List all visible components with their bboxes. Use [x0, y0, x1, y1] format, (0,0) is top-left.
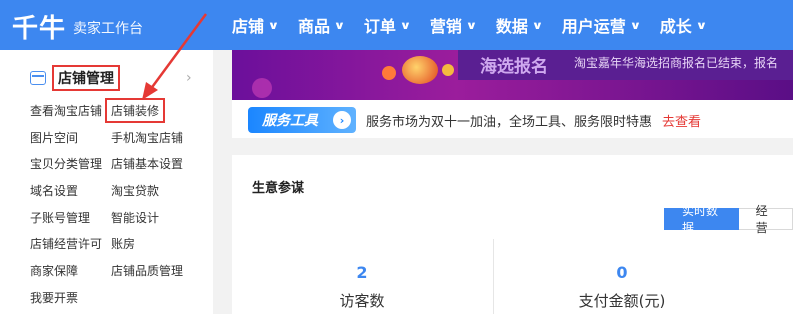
nav-label: 成长 [659, 17, 692, 36]
sidebar-link-business-license[interactable]: 店铺经营许可 [30, 235, 111, 252]
stat-visitors[interactable]: 2 访客数 [302, 263, 422, 311]
chevron-down-icon: ∨ [629, 18, 642, 32]
nav-item-goods[interactable]: 商品 ∨ [288, 0, 354, 50]
sidebar-link-store-decoration[interactable]: 店铺装修 [105, 97, 166, 123]
nav-item-data[interactable]: 数据 ∨ [486, 0, 552, 50]
sidebar-link-invoice[interactable]: 我要开票 [30, 289, 111, 306]
page: 千牛 卖家工作台 店铺 ∨ 商品 ∨ 订单 ∨ 营销 ∨ 数据 ∨ 用户运营 ∨ 成长 ∨ 店… [0, 0, 793, 314]
service-tools-badge[interactable]: 服务工具 › [248, 107, 356, 133]
banner-title: 海选报名 [480, 57, 548, 77]
decoration-coin [382, 66, 396, 80]
store-icon [30, 71, 46, 85]
sidebar-row: 宝贝分类管理 店铺基本设置 [30, 150, 183, 177]
decoration-coin [442, 64, 454, 76]
main-nav: 店铺 ∨ 商品 ∨ 订单 ∨ 营销 ∨ 数据 ∨ 用户运营 ∨ 成长 ∨ [222, 0, 716, 50]
nav-item-growth[interactable]: 成长 ∨ [650, 0, 716, 50]
data-tabs: 实时数据 经营 [664, 204, 793, 235]
sidebar-row: 我要开票 [30, 284, 183, 311]
sidebar-link-category-management[interactable]: 宝贝分类管理 [30, 155, 111, 172]
app-subtitle: 卖家工作台 [73, 21, 143, 37]
sidebar-link-accounts-room[interactable]: 账房 [111, 235, 135, 252]
chevron-down-icon: ∨ [399, 18, 412, 32]
nav-label: 商品 [297, 17, 330, 36]
top-nav-bar: 千牛 卖家工作台 店铺 ∨ 商品 ∨ 订单 ∨ 营销 ∨ 数据 ∨ 用户运营 ∨ 成长 ∨ [0, 0, 793, 50]
sidebar-row: 商家保障 店铺品质管理 [30, 257, 183, 284]
sidebar-link-taobao-loan[interactable]: 淘宝贷款 [111, 182, 159, 199]
decoration-bubble [252, 78, 272, 98]
nav-item-store[interactable]: 店铺 ∨ [222, 0, 288, 50]
app-logo[interactable]: 千牛 [12, 8, 66, 45]
stat-payment-amount[interactable]: 0 支付金额(元) [562, 263, 682, 311]
nav-item-orders[interactable]: 订单 ∨ [354, 0, 420, 50]
stat-value: 0 [616, 263, 628, 282]
sidebar-link-smart-design[interactable]: 智能设计 [111, 209, 159, 226]
divider [493, 239, 494, 314]
nav-item-marketing[interactable]: 营销 ∨ [420, 0, 486, 50]
sidebar-row: 店铺经营许可 账房 [30, 230, 183, 257]
stat-label: 访客数 [339, 292, 385, 310]
chevron-down-icon: ∨ [465, 18, 478, 32]
sidebar-row: 查看淘宝店铺 店铺装修 [30, 97, 183, 124]
card-title: 生意参谋 [252, 181, 305, 196]
tab-realtime-data[interactable]: 实时数据 [664, 204, 739, 235]
nav-label: 订单 [363, 17, 396, 36]
nav-label: 店铺 [232, 17, 265, 36]
sidebar-row: 域名设置 淘宝贷款 [30, 177, 183, 204]
chevron-down-icon: ∨ [333, 18, 346, 32]
sidebar-link-mobile-store[interactable]: 手机淘宝店铺 [111, 129, 183, 146]
sidebar-link-view-store[interactable]: 查看淘宝店铺 [30, 102, 111, 119]
service-view-link[interactable]: 去查看 [662, 111, 701, 130]
sidebar-link-sub-accounts[interactable]: 子账号管理 [30, 209, 111, 226]
service-strip: 服务工具 › 服务市场为双十一加油，全场工具、服务限时特惠 去查看 [232, 100, 793, 138]
chevron-down-icon: ∨ [531, 18, 544, 32]
sidebar-row: 图片空间 手机淘宝店铺 [30, 124, 183, 151]
tab-operations[interactable]: 经营 [738, 204, 793, 235]
chevron-right-icon[interactable]: › [186, 70, 192, 86]
chevron-down-icon: ∨ [267, 18, 280, 32]
banner-text: 淘宝嘉年华海选招商报名已结束，报名 [574, 56, 779, 70]
sidebar-links: 查看淘宝店铺 店铺装修 图片空间 手机淘宝店铺 宝贝分类管理 店铺基本设置 域名… [30, 97, 183, 311]
nav-label: 数据 [495, 17, 528, 36]
sidebar: 店铺管理 › 查看淘宝店铺 店铺装修 图片空间 手机淘宝店铺 宝贝分类管理 店铺… [0, 50, 213, 314]
promo-banner[interactable]: 海选报名 淘宝嘉年华海选招商报名已结束，报名 [232, 50, 793, 100]
chevron-down-icon: ∨ [695, 18, 708, 32]
sidebar-section-title: 店铺管理 [52, 65, 120, 91]
sidebar-link-merchant-guarantee[interactable]: 商家保障 [30, 262, 111, 279]
sidebar-row: 子账号管理 智能设计 [30, 204, 183, 231]
decoration-coin [402, 56, 438, 84]
business-advisor-card: 生意参谋 实时数据 经营 2 访客数 0 支付金额(元) [232, 155, 793, 314]
service-badge-label: 服务工具 [262, 113, 318, 129]
service-promo-text: 服务市场为双十一加油，全场工具、服务限时特惠 [366, 115, 653, 130]
sidebar-link-quality-management[interactable]: 店铺品质管理 [111, 262, 183, 279]
sidebar-link-basic-settings[interactable]: 店铺基本设置 [111, 155, 183, 172]
stat-label: 支付金额(元) [578, 292, 666, 310]
nav-label: 营销 [429, 17, 462, 36]
nav-label: 用户运营 [561, 17, 626, 36]
sidebar-link-image-space[interactable]: 图片空间 [30, 129, 111, 146]
arrow-right-icon: › [333, 111, 351, 129]
sidebar-link-domain-settings[interactable]: 域名设置 [30, 182, 111, 199]
stat-value: 2 [356, 263, 368, 282]
nav-item-user-ops[interactable]: 用户运营 ∨ [552, 0, 650, 50]
sidebar-section-header[interactable]: 店铺管理 [30, 65, 120, 91]
